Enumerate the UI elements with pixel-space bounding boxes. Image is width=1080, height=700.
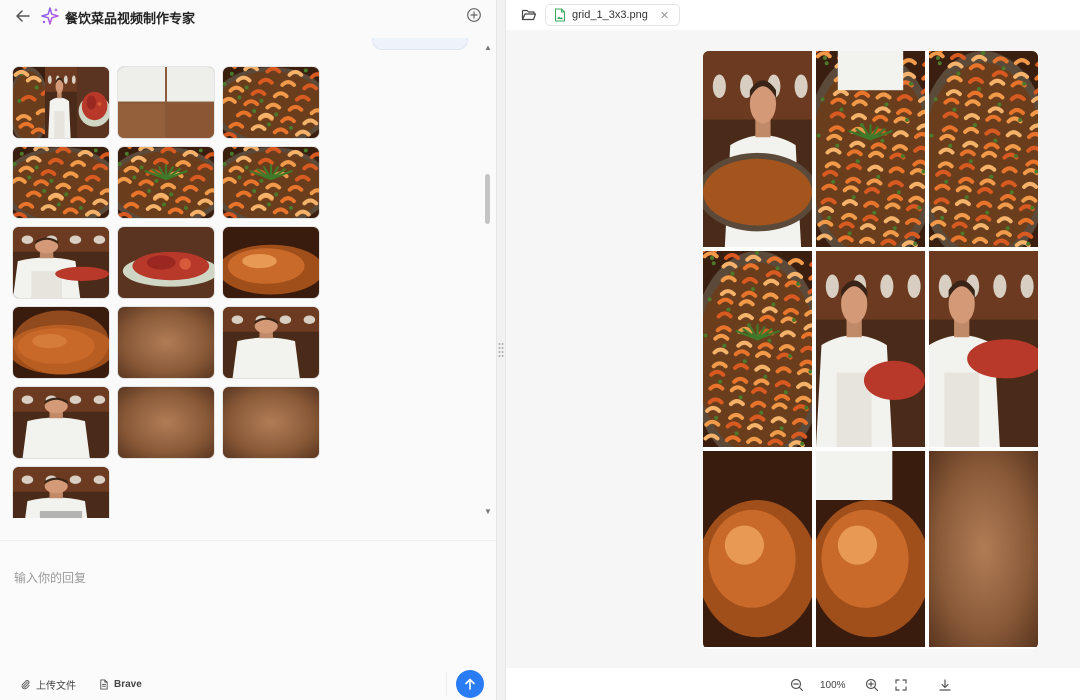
- grid-cell: [703, 451, 812, 647]
- paperclip-icon: [21, 679, 30, 689]
- image-file-icon: [555, 8, 565, 22]
- previous-message-bubble: [372, 38, 468, 50]
- file-tab-name: grid_1_3x3.png: [572, 9, 648, 21]
- reply-input[interactable]: [14, 568, 474, 588]
- image-thumbnail[interactable]: [222, 306, 320, 379]
- zoom-out-icon[interactable]: [790, 678, 804, 692]
- upload-file-button[interactable]: 上传文件: [20, 676, 76, 692]
- image-thumbnail[interactable]: [222, 226, 320, 299]
- folder-open-icon[interactable]: [521, 7, 537, 23]
- grid-cell: [703, 251, 812, 447]
- grid-cell: [816, 51, 925, 247]
- scroll-down-icon[interactable]: ▼: [484, 508, 492, 516]
- arrow-up-icon: [465, 678, 475, 690]
- chat-header: 餐饮菜品视频制作专家: [0, 0, 496, 32]
- preview-toolbar: 100%: [506, 668, 1080, 700]
- grid-cell: [929, 251, 1038, 447]
- image-thumbnail[interactable]: [12, 146, 110, 219]
- add-circle-icon[interactable]: [466, 7, 482, 23]
- image-thumbnail[interactable]: [12, 466, 110, 518]
- image-thumbnail[interactable]: [117, 386, 215, 459]
- grid-cell: [703, 51, 812, 247]
- document-icon: [100, 678, 108, 690]
- chat-panel: 餐饮菜品视频制作专家 ▲ ▼ 上传文件 Brave: [0, 0, 496, 700]
- agent-title: 餐饮菜品视频制作专家: [65, 11, 196, 26]
- message-list[interactable]: [0, 34, 496, 518]
- image-thumbnail[interactable]: [12, 66, 110, 139]
- drag-handle-icon: [498, 343, 504, 357]
- image-thumbnail[interactable]: [222, 66, 320, 139]
- scrollbar-thumb[interactable]: [485, 174, 490, 224]
- image-thumbnail[interactable]: [222, 386, 320, 459]
- scroll-up-icon[interactable]: ▲: [484, 44, 492, 52]
- send-button[interactable]: [456, 670, 484, 698]
- grid-cell: [929, 451, 1038, 647]
- brave-label: Brave: [114, 678, 142, 690]
- zoom-in-icon[interactable]: [865, 678, 879, 692]
- image-thumbnail[interactable]: [12, 226, 110, 299]
- close-icon[interactable]: ✕: [660, 9, 669, 22]
- upload-file-label: 上传文件: [36, 680, 76, 692]
- image-thumbnail[interactable]: [117, 66, 215, 139]
- grid-cell: [929, 51, 1038, 247]
- image-thumbnail[interactable]: [222, 146, 320, 219]
- image-thumbnail[interactable]: [117, 226, 215, 299]
- back-arrow-icon[interactable]: [14, 7, 32, 25]
- fullscreen-icon[interactable]: [894, 678, 908, 692]
- image-thumbnail[interactable]: [12, 306, 110, 379]
- composer: 上传文件 Brave: [0, 541, 496, 700]
- grid-image: [703, 51, 1038, 649]
- grid-cell: [816, 451, 925, 647]
- zoom-level: 100%: [820, 680, 846, 691]
- toolbar-separator: [446, 672, 447, 696]
- image-preview-area: [506, 30, 1080, 668]
- image-thumbnail[interactable]: [117, 306, 215, 379]
- file-tab[interactable]: grid_1_3x3.png ✕: [545, 4, 681, 26]
- grid-cell: [816, 251, 925, 447]
- preview-panel: grid_1_3x3.png ✕ 100%: [506, 0, 1080, 700]
- file-tab-bar: grid_1_3x3.png ✕: [506, 0, 1080, 30]
- sparkle-icon: [41, 7, 59, 25]
- image-thumbnail[interactable]: [12, 386, 110, 459]
- download-icon[interactable]: [938, 678, 952, 692]
- panel-resize-handle[interactable]: [496, 0, 506, 700]
- image-thumbnail[interactable]: [117, 146, 215, 219]
- brave-button[interactable]: Brave: [98, 676, 142, 692]
